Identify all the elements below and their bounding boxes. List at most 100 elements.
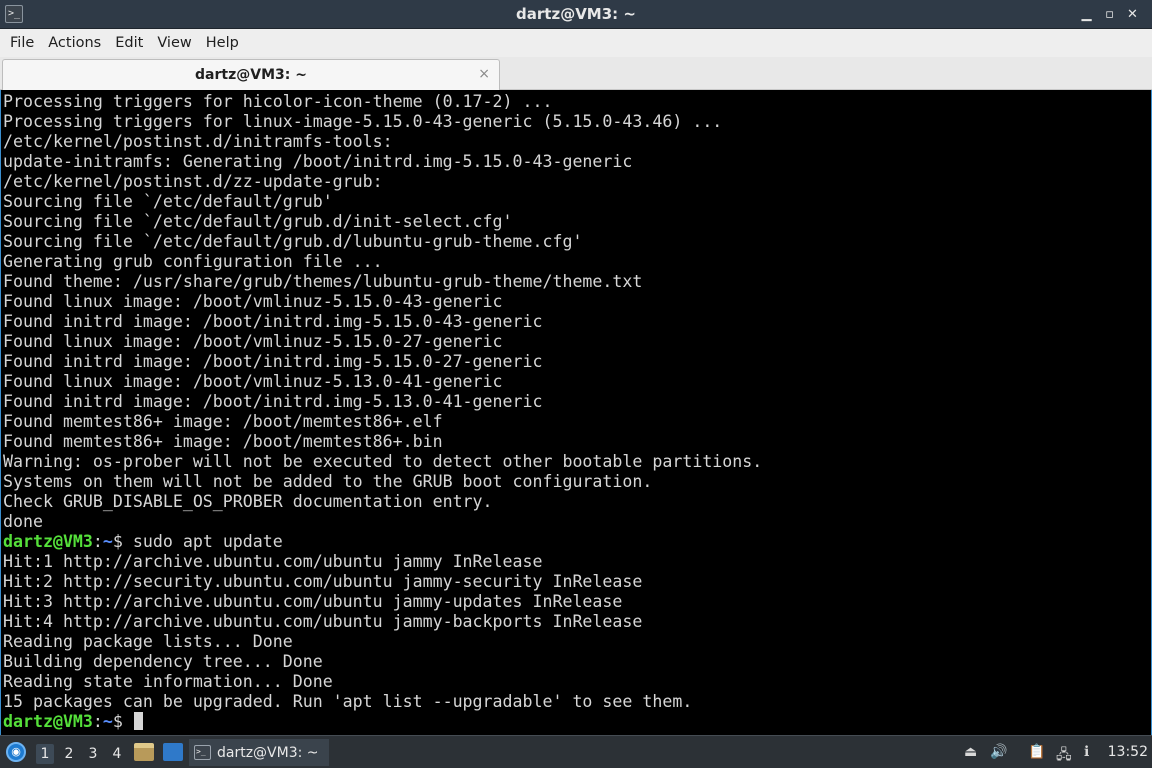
output-text: Found linux image: /boot/vmlinuz-5.15.0-… [3, 332, 503, 351]
terminal-line: Found linux image: /boot/vmlinuz-5.15.0-… [3, 292, 1151, 312]
terminal-line: Check GRUB_DISABLE_OS_PROBER documentati… [3, 492, 1151, 512]
terminal-line: Found initrd image: /boot/initrd.img-5.1… [3, 392, 1151, 412]
window-controls: ▁ ▫ ✕ [1075, 3, 1144, 25]
output-text: Warning: os-prober will not be executed … [3, 452, 763, 471]
prompt-user: dartz@VM3 [3, 712, 93, 731]
terminal-line: Sourcing file `/etc/default/grub.d/init-… [3, 212, 1151, 232]
output-text: Systems on them will not be added to the… [3, 472, 653, 491]
output-text: Hit:2 http://security.ubuntu.com/ubuntu … [3, 572, 643, 591]
menu-edit[interactable]: Edit [108, 35, 150, 51]
clock[interactable]: 13:52 [1108, 744, 1148, 760]
output-text: Found initrd image: /boot/initrd.img-5.1… [3, 392, 543, 411]
output-text: Processing triggers for linux-image-5.15… [3, 112, 723, 131]
output-text: Hit:4 http://archive.ubuntu.com/ubuntu j… [3, 612, 643, 631]
output-text: 15 packages can be upgraded. Run 'apt li… [3, 692, 693, 711]
update-notifier-icon[interactable]: ℹ [1084, 744, 1089, 760]
tab-close-icon[interactable]: × [478, 66, 490, 82]
prompt-path: ~ [102, 712, 113, 731]
maximize-button[interactable]: ▫ [1098, 3, 1121, 25]
prompt-separator: : [92, 532, 103, 551]
terminal-line: Found theme: /usr/share/grub/themes/lubu… [3, 272, 1151, 292]
terminal-line: Hit:2 http://security.ubuntu.com/ubuntu … [3, 572, 1151, 592]
close-button[interactable]: ✕ [1121, 3, 1144, 25]
desktop-switch-3[interactable]: 3 [84, 744, 102, 764]
terminal-line: Building dependency tree... Done [3, 652, 1151, 672]
terminal-output[interactable]: Processing triggers for hicolor-icon-the… [0, 90, 1152, 735]
terminal-prompt-line: dartz@VM3:~$ [3, 712, 1151, 732]
prompt-path: ~ [102, 532, 113, 551]
terminal-line: /etc/kernel/postinst.d/zz-update-grub: [3, 172, 1151, 192]
terminal-line: Found initrd image: /boot/initrd.img-5.1… [3, 312, 1151, 332]
menu-view[interactable]: View [150, 35, 198, 51]
output-text: Found linux image: /boot/vmlinuz-5.15.0-… [3, 292, 503, 311]
terminal-line: Processing triggers for hicolor-icon-the… [3, 92, 1151, 112]
window-titlebar[interactable]: >_ dartz@VM3: ~ ▁ ▫ ✕ [0, 0, 1152, 29]
terminal-line: Found memtest86+ image: /boot/memtest86+… [3, 432, 1151, 452]
tab-terminal[interactable]: dartz@VM3: ~ × [2, 59, 500, 90]
terminal-cursor [133, 712, 143, 730]
taskbar: ◉ 1 2 3 4 >_ dartz@VM3: ~ ⏏ 🔊 📋 🖧 ℹ 13:5… [0, 735, 1152, 768]
desktop-switch-1[interactable]: 1 [36, 744, 54, 764]
output-text: Found memtest86+ image: /boot/memtest86+… [3, 432, 443, 451]
terminal-line: Hit:1 http://archive.ubuntu.com/ubuntu j… [3, 552, 1151, 572]
terminal-line: /etc/kernel/postinst.d/initramfs-tools: [3, 132, 1151, 152]
output-text: Found theme: /usr/share/grub/themes/lubu… [3, 272, 643, 291]
output-text: Sourcing file `/etc/default/grub.d/init-… [3, 212, 513, 231]
network-icon[interactable]: 🖧 [1056, 744, 1072, 768]
clipboard-icon[interactable]: 📋 [1028, 744, 1045, 760]
output-text: update-initramfs: Generating /boot/initr… [3, 152, 633, 171]
terminal-line: Systems on them will not be added to the… [3, 472, 1151, 492]
minimize-button[interactable]: ▁ [1075, 3, 1098, 25]
terminal-scrollbar[interactable] [1147, 90, 1150, 735]
menu-bar: File Actions Edit View Help [0, 29, 1152, 57]
taskbar-task-terminal[interactable]: >_ dartz@VM3: ~ [189, 739, 329, 766]
output-text: Reading state information... Done [3, 672, 333, 691]
output-text: Hit:1 http://archive.ubuntu.com/ubuntu j… [3, 552, 543, 571]
terminal-line: Processing triggers for linux-image-5.15… [3, 112, 1151, 132]
terminal-lines: Processing triggers for hicolor-icon-the… [3, 92, 1151, 732]
desktop-switch-4[interactable]: 4 [108, 744, 126, 764]
output-text: Processing triggers for hicolor-icon-the… [3, 92, 553, 111]
terminal-line: done [3, 512, 1151, 532]
eject-icon[interactable]: ⏏ [964, 744, 977, 760]
taskbar-task-label: dartz@VM3: ~ [217, 744, 319, 761]
terminal-line: Generating grub configuration file ... [3, 252, 1151, 272]
output-text: Found linux image: /boot/vmlinuz-5.13.0-… [3, 372, 503, 391]
menu-file[interactable]: File [3, 35, 41, 51]
terminal-line: Reading state information... Done [3, 672, 1151, 692]
volume-icon[interactable]: 🔊 [990, 744, 1007, 760]
terminal-icon: >_ [194, 745, 211, 760]
terminal-line: Warning: os-prober will not be executed … [3, 452, 1151, 472]
menu-actions[interactable]: Actions [41, 35, 108, 51]
terminal-line: Hit:4 http://archive.ubuntu.com/ubuntu j… [3, 612, 1151, 632]
output-text: /etc/kernel/postinst.d/initramfs-tools: [3, 132, 393, 151]
file-manager-icon[interactable] [134, 743, 154, 761]
output-text: Found initrd image: /boot/initrd.img-5.1… [3, 352, 543, 371]
output-text: Found memtest86+ image: /boot/memtest86+… [3, 412, 443, 431]
desktop-switch-2[interactable]: 2 [60, 744, 78, 764]
output-text: /etc/kernel/postinst.d/zz-update-grub: [3, 172, 383, 191]
output-text: Sourcing file `/etc/default/grub' [3, 192, 333, 211]
output-text: done [3, 512, 43, 531]
tab-bar: dartz@VM3: ~ × [0, 57, 1152, 90]
terminal-line: Found initrd image: /boot/initrd.img-5.1… [3, 352, 1151, 372]
prompt-symbol: $ [112, 712, 133, 731]
output-text: Sourcing file `/etc/default/grub.d/lubun… [3, 232, 583, 251]
command-text: sudo apt update [132, 532, 283, 551]
terminal-line: Sourcing file `/etc/default/grub' [3, 192, 1151, 212]
show-desktop-icon[interactable] [163, 743, 183, 761]
terminal-line: Found linux image: /boot/vmlinuz-5.13.0-… [3, 372, 1151, 392]
tab-label: dartz@VM3: ~ [195, 67, 307, 83]
terminal-prompt-line: dartz@VM3:~$ sudo apt update [3, 532, 1151, 552]
terminal-line: 15 packages can be upgraded. Run 'apt li… [3, 692, 1151, 712]
prompt-symbol: $ [112, 532, 133, 551]
terminal-line: Hit:3 http://archive.ubuntu.com/ubuntu j… [3, 592, 1151, 612]
output-text: Building dependency tree... Done [3, 652, 323, 671]
terminal-line: Found memtest86+ image: /boot/memtest86+… [3, 412, 1151, 432]
output-text: Check GRUB_DISABLE_OS_PROBER documentati… [3, 492, 493, 511]
output-text: Hit:3 http://archive.ubuntu.com/ubuntu j… [3, 592, 623, 611]
output-text: Found initrd image: /boot/initrd.img-5.1… [3, 312, 543, 331]
lubuntu-menu-icon[interactable]: ◉ [6, 742, 26, 762]
menu-help[interactable]: Help [199, 35, 246, 51]
terminal-line: Found linux image: /boot/vmlinuz-5.15.0-… [3, 332, 1151, 352]
